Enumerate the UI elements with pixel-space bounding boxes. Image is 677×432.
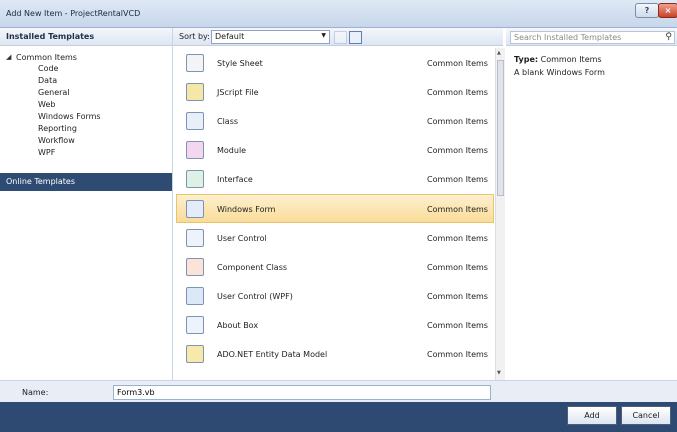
list-item[interactable]: Module Common Items: [177, 136, 493, 163]
installed-templates-header: Installed Templates: [0, 28, 172, 46]
close-icon: ×: [664, 6, 672, 15]
tree-node-code[interactable]: Code: [38, 64, 58, 73]
item-name: User Control: [217, 234, 267, 243]
tree-node-workflow[interactable]: Workflow: [38, 136, 75, 145]
tree-node-windows-forms[interactable]: Windows Forms: [38, 112, 101, 121]
list-view-button[interactable]: [334, 31, 347, 44]
window-title: Add New Item - ProjectRentalVCD: [6, 9, 141, 18]
list-item-selected[interactable]: Windows Form Common Items: [176, 194, 494, 223]
add-button[interactable]: Add: [567, 406, 617, 425]
list-item[interactable]: User Control Common Items: [177, 224, 493, 251]
item-category: Common Items: [427, 263, 488, 272]
scroll-thumb[interactable]: [497, 60, 504, 196]
item-name: Interface: [217, 175, 253, 184]
item-name: Style Sheet: [217, 59, 263, 68]
module-icon: [186, 141, 204, 159]
sort-dropdown[interactable]: Default ▼: [211, 30, 330, 44]
list-item[interactable]: Class Common Items: [177, 107, 493, 134]
search-bar: Search Installed Templates ⚲: [506, 28, 677, 46]
item-name: Class: [217, 117, 239, 126]
entity-data-model-icon: [186, 345, 204, 363]
grid-view-button[interactable]: [349, 31, 362, 44]
help-icon: ?: [644, 6, 650, 15]
search-icon[interactable]: ⚲: [665, 32, 672, 42]
name-field-box: [113, 385, 491, 400]
cancel-button[interactable]: Cancel: [621, 406, 671, 425]
search-placeholder: Search Installed Templates: [514, 33, 622, 42]
scroll-down-icon[interactable]: ▼: [497, 370, 501, 376]
type-row: Type: Common Items: [514, 55, 602, 64]
item-category: Common Items: [427, 117, 488, 126]
item-name: ADO.NET Entity Data Model: [217, 350, 328, 359]
online-templates-label: Online Templates: [6, 177, 76, 186]
tree-node-web[interactable]: Web: [38, 100, 55, 109]
type-value: Common Items: [540, 55, 602, 64]
help-button[interactable]: ?: [635, 3, 659, 18]
class-icon: [186, 112, 204, 130]
close-button[interactable]: ×: [658, 3, 677, 18]
online-templates-item[interactable]: Online Templates: [0, 173, 172, 191]
jscript-file-icon: [186, 83, 204, 101]
list-item[interactable]: Component Class Common Items: [177, 253, 493, 280]
installed-templates-label: Installed Templates: [6, 32, 95, 41]
list-scrollbar[interactable]: ▲ ▼: [495, 48, 505, 380]
chevron-down-icon: ▼: [321, 32, 326, 39]
details-pane: Type: Common Items A blank Windows Form: [506, 48, 677, 380]
tree-node-reporting[interactable]: Reporting: [38, 124, 77, 133]
about-box-icon: [186, 316, 204, 334]
item-category: Common Items: [427, 292, 488, 301]
interface-icon: [186, 170, 204, 188]
list-item[interactable]: User Control (WPF) Common Items: [177, 282, 493, 309]
tree-node-wpf[interactable]: WPF: [38, 148, 55, 157]
list-item[interactable]: Interface Common Items: [177, 165, 493, 192]
user-control-wpf-icon: [186, 287, 204, 305]
type-label: Type:: [514, 55, 539, 64]
tree-node-general[interactable]: General: [38, 88, 70, 97]
item-category: Common Items: [427, 234, 488, 243]
expand-triangle-icon[interactable]: ◢: [6, 53, 11, 61]
title-bar: Add New Item - ProjectRentalVCD ? ×: [0, 0, 677, 28]
item-category: Common Items: [427, 88, 488, 97]
scroll-up-icon[interactable]: ▲: [497, 50, 501, 56]
name-label: Name:: [22, 388, 49, 397]
search-input[interactable]: Search Installed Templates ⚲: [510, 31, 675, 44]
name-bar: Name:: [0, 380, 677, 403]
item-category: Common Items: [427, 146, 488, 155]
style-sheet-icon: [186, 54, 204, 72]
item-name: Component Class: [217, 263, 288, 272]
item-name: User Control (WPF): [217, 292, 293, 301]
item-category: Common Items: [427, 350, 488, 359]
list-item[interactable]: About Box Common Items: [177, 311, 493, 338]
item-description: A blank Windows Form: [514, 68, 605, 77]
dialog-footer: Add Cancel: [0, 402, 677, 432]
item-category: Common Items: [427, 175, 488, 184]
item-name: About Box: [217, 321, 259, 330]
item-category: Common Items: [427, 59, 488, 68]
item-name: Windows Form: [217, 205, 276, 214]
list-item[interactable]: Style Sheet Common Items: [177, 49, 493, 76]
sort-value: Default: [215, 32, 245, 41]
tree-node-data[interactable]: Data: [38, 76, 57, 85]
windows-form-icon: [186, 200, 204, 218]
template-list: Style Sheet Common Items JScript File Co…: [175, 48, 495, 380]
sort-toolbar: Sort by: Default ▼: [173, 28, 503, 46]
sort-label: Sort by:: [179, 32, 210, 41]
list-item[interactable]: JScript File Common Items: [177, 78, 493, 105]
tree-node-common-items[interactable]: Common Items: [16, 53, 77, 62]
item-category: Common Items: [427, 321, 488, 330]
item-category: Common Items: [427, 205, 488, 214]
component-class-icon: [186, 258, 204, 276]
template-tree-pane: [0, 28, 173, 380]
name-input[interactable]: [114, 386, 490, 399]
user-control-icon: [186, 229, 204, 247]
item-name: JScript File: [217, 88, 259, 97]
item-name: Module: [217, 146, 247, 155]
list-item[interactable]: ADO.NET Entity Data Model Common Items: [177, 340, 493, 367]
